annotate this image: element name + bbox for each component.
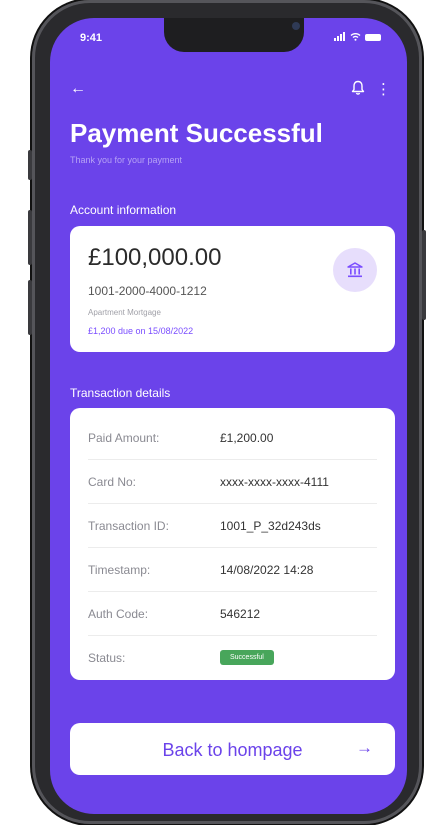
back-to-homepage-button[interactable]: Back to hompage → [70, 723, 395, 775]
top-nav: ← ⋮ [70, 80, 391, 100]
transaction-section-label: Transaction details [70, 386, 171, 400]
transaction-row-timestamp: Timestamp: 14/08/2022 14:28 [88, 548, 377, 592]
front-camera [292, 22, 300, 30]
row-label: Status: [88, 650, 126, 665]
arrow-right-icon: → [356, 738, 373, 757]
row-value: xxxx-xxxx-xxxx-4111 [220, 474, 329, 489]
row-value: 14/08/2022 14:28 [220, 562, 314, 577]
phone-screen: 9:41 ← ⋮ Payment Successful Thank you fo… [50, 18, 407, 814]
row-label: Transaction ID: [88, 518, 169, 533]
wifi-icon [350, 32, 361, 43]
notch [164, 18, 304, 52]
silent-switch [28, 150, 32, 180]
row-value: £1,200.00 [220, 430, 274, 445]
bell-icon[interactable] [351, 80, 365, 101]
home-button-label: Back to hompage [162, 740, 303, 760]
row-value: 1001_P_32d243ds [220, 518, 321, 533]
page-title: Payment Successful [70, 118, 323, 148]
row-label: Paid Amount: [88, 430, 160, 445]
status-time: 9:41 [80, 32, 103, 44]
signal-icon [334, 32, 346, 43]
due-text: £1,200 due on 15/08/2022 [88, 326, 194, 336]
page-subtitle: Thank you for your payment [70, 155, 183, 165]
status-icons [334, 32, 381, 43]
bank-icon [333, 248, 377, 292]
status-badge: Successful [220, 650, 274, 665]
transaction-row-amount: Paid Amount: £1,200.00 [88, 416, 377, 460]
account-name: Apartment Mortgage [88, 308, 161, 317]
row-label: Card No: [88, 474, 137, 489]
row-label: Timestamp: [88, 562, 151, 577]
row-value: 546212 [220, 606, 261, 621]
power-button [422, 230, 426, 320]
battery-icon [365, 34, 381, 41]
transaction-row-status: Status: Successful [88, 636, 377, 679]
account-balance: £100,000.00 [88, 244, 222, 271]
more-vertical-icon[interactable]: ⋮ [376, 80, 391, 98]
account-section-label: Account information [70, 203, 177, 217]
transaction-row-id: Transaction ID: 1001_P_32d243ds [88, 504, 377, 548]
transaction-row-auth: Auth Code: 546212 [88, 592, 377, 636]
volume-up-button [28, 210, 32, 265]
transaction-row-card: Card No: xxxx-xxxx-xxxx-4111 [88, 460, 377, 504]
row-label: Auth Code: [88, 606, 149, 621]
back-arrow-icon[interactable]: ← [70, 80, 86, 98]
account-card: £100,000.00 1001-2000-4000-1212 Apartmen… [70, 226, 395, 352]
account-number: 1001-2000-4000-1212 [88, 284, 207, 298]
transaction-card: Paid Amount: £1,200.00 Card No: xxxx-xxx… [70, 408, 395, 680]
volume-down-button [28, 280, 32, 335]
